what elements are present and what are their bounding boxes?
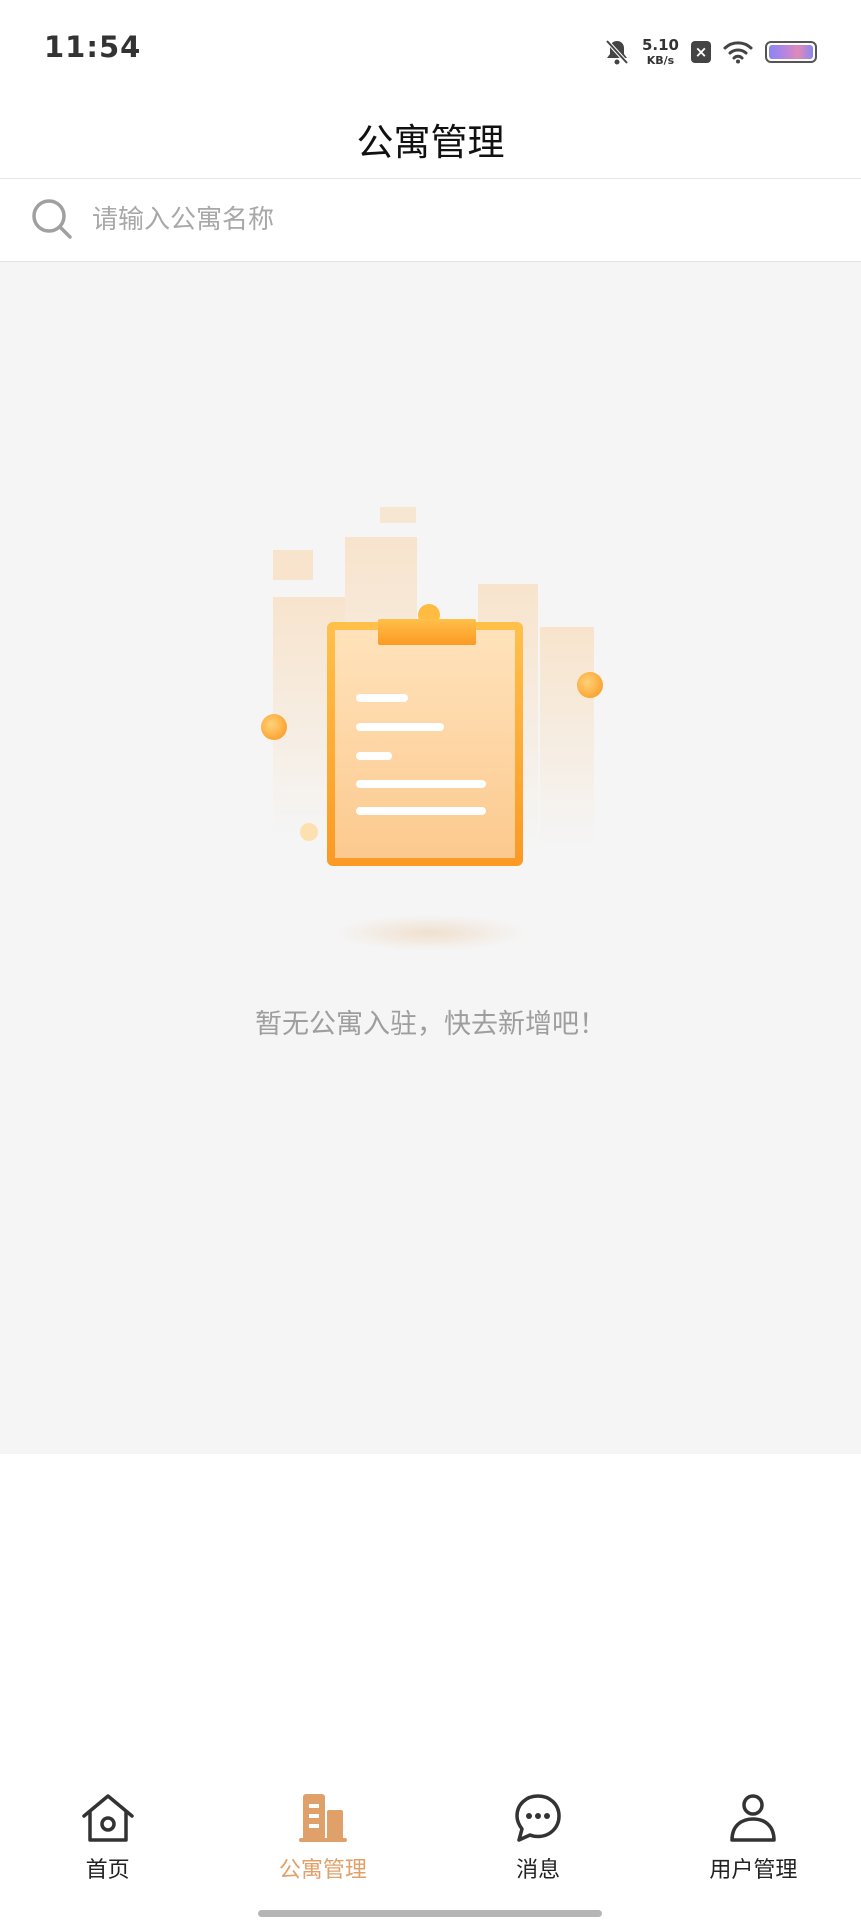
home-icon — [81, 1794, 134, 1842]
message-icon — [515, 1794, 561, 1842]
net-speed-value: 5.10 — [641, 36, 679, 54]
search-input[interactable] — [92, 199, 812, 241]
tab-apartment-management[interactable]: 公寓管理 — [215, 1790, 430, 1900]
page-header: 公寓管理 — [0, 100, 861, 179]
tab-messages[interactable]: 消息 — [431, 1790, 646, 1900]
tab-messages-label: 消息 — [516, 1858, 561, 1883]
page-title: 公寓管理 — [356, 121, 505, 164]
tab-apartment-management-label: 公寓管理 — [278, 1858, 367, 1883]
status-time: 11:54 — [44, 30, 142, 64]
net-speed-unit: KB/s — [646, 54, 675, 67]
tab-home-label: 首页 — [85, 1858, 130, 1883]
tab-home[interactable]: 首页 — [0, 1790, 215, 1900]
net-speed: 5.10 KB/s — [641, 36, 679, 67]
tab-user-management-label: 用户管理 — [709, 1858, 798, 1883]
status-bar: 11:54 5.10 KB/s × — [0, 0, 861, 100]
bottom-tab-bar: 首页 公寓管理 消息 用户管理 — [0, 1790, 861, 1900]
status-icons: 5.10 KB/s × — [604, 34, 817, 70]
search-icon — [32, 199, 72, 239]
home-indicator[interactable] — [258, 1910, 602, 1917]
user-icon — [730, 1794, 777, 1842]
search-bar[interactable] — [0, 179, 861, 262]
tab-user-management[interactable]: 用户管理 — [646, 1790, 861, 1900]
empty-state-message: 暂无公寓入驻，快去新增吧！ — [255, 1009, 606, 1040]
battery-icon — [765, 41, 817, 63]
sim-icon: × — [691, 41, 711, 63]
wifi-icon — [723, 41, 753, 64]
content-area: 暂无公寓入驻，快去新增吧！ — [0, 262, 861, 1454]
building-icon — [298, 1794, 347, 1842]
empty-clipboard-illustration — [261, 507, 603, 951]
bell-muted-icon — [605, 39, 629, 65]
